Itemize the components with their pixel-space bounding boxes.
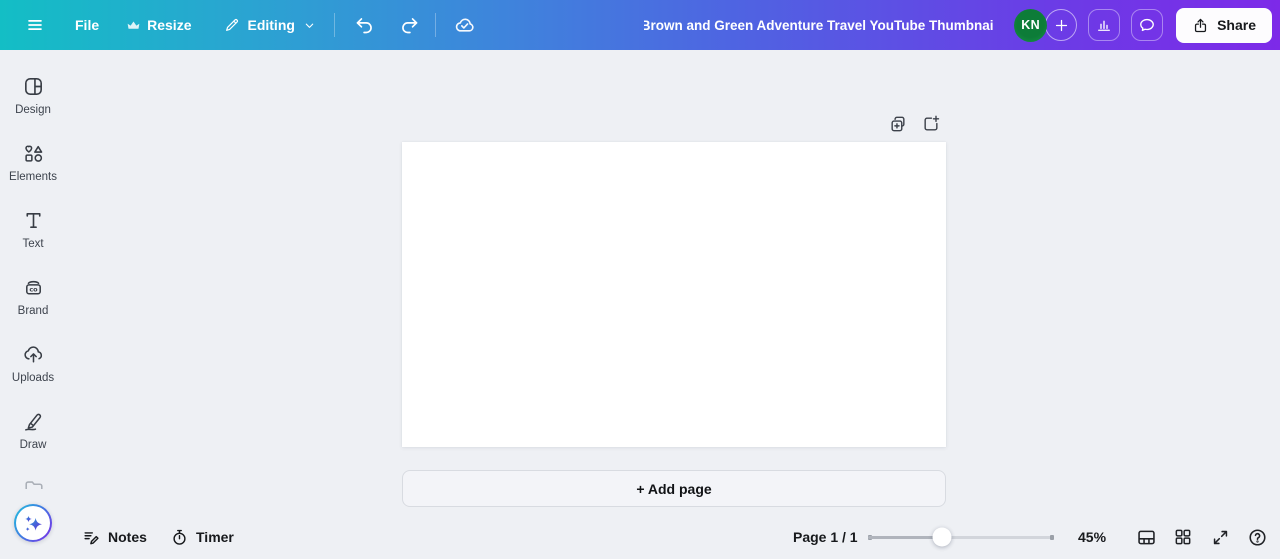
uploads-icon <box>22 343 45 366</box>
file-menu-label: File <box>75 17 100 33</box>
zoom-slider-thumb[interactable] <box>932 527 952 547</box>
cloud-check-icon <box>453 14 476 37</box>
help-button[interactable] <box>1242 522 1272 552</box>
share-label: Share <box>1217 17 1256 33</box>
zoom-slider[interactable] <box>868 515 1054 559</box>
sidebar-item-uploads[interactable]: Uploads <box>0 330 66 397</box>
avatar-initials: KN <box>1021 18 1040 32</box>
design-canvas-page[interactable] <box>402 142 946 447</box>
folder-icon <box>23 477 45 489</box>
redo-button[interactable] <box>399 15 420 36</box>
resize-label: Resize <box>147 17 192 33</box>
statusbar-icons <box>1131 515 1272 559</box>
brand-icon: co <box>22 276 45 299</box>
add-page-label: + Add page <box>636 480 712 497</box>
timer-label: Timer <box>196 529 234 545</box>
pages-dock-icon <box>1136 527 1157 548</box>
topbar-right-group: KN Share <box>1014 0 1272 50</box>
page-indicator: Page 1 / 1 <box>793 529 858 545</box>
add-page-icon-button[interactable] <box>921 114 941 134</box>
editing-mode-button[interactable]: Editing <box>224 17 314 33</box>
topbar-divider <box>333 13 335 37</box>
zoom-slider-track[interactable] <box>868 527 1054 547</box>
zoom-slider-max-cap <box>1050 534 1054 540</box>
insights-button[interactable] <box>1088 9 1121 41</box>
duplicate-page-button[interactable] <box>888 114 908 134</box>
duplicate-page-icon <box>888 114 908 134</box>
fullscreen-icon <box>1211 528 1230 547</box>
sidebar-item-label: Text <box>22 238 44 250</box>
sidebar-item-label: Elements <box>9 171 57 183</box>
share-button[interactable]: Share <box>1176 7 1272 43</box>
zoom-slider-fill <box>868 535 943 539</box>
plus-icon <box>1053 17 1070 34</box>
comment-icon <box>1138 16 1156 34</box>
topbar: File Resize Editing Brown and Green Adve… <box>0 0 1280 50</box>
avatar[interactable]: KN <box>1014 8 1048 42</box>
main-menu-button[interactable] <box>26 16 44 34</box>
notes-icon <box>82 528 101 547</box>
undo-icon <box>354 15 375 36</box>
add-page-button[interactable]: + Add page <box>402 470 946 507</box>
hamburger-icon <box>26 16 44 34</box>
share-upload-icon <box>1192 17 1209 34</box>
sidebar-item-label: Design <box>15 104 51 116</box>
sidebar-item-label: Brand <box>17 305 49 317</box>
design-icon <box>22 75 45 98</box>
file-menu-button[interactable]: File <box>75 17 99 33</box>
crown-icon <box>127 19 140 32</box>
invite-members-button[interactable] <box>1045 9 1078 41</box>
resize-button[interactable]: Resize <box>127 17 191 33</box>
add-page-icon <box>921 114 941 134</box>
grid-view-button[interactable] <box>1168 522 1198 552</box>
grid-view-icon <box>1173 527 1193 547</box>
elements-icon <box>22 142 45 165</box>
svg-text:co: co <box>29 286 38 294</box>
draw-icon <box>22 410 45 433</box>
sidebar-item-design[interactable]: Design <box>0 62 66 129</box>
timer-button[interactable]: Timer <box>170 515 234 559</box>
bar-chart-icon <box>1095 16 1113 34</box>
sidebar-item-projects-partial[interactable] <box>23 477 45 489</box>
sidebar-item-label: Uploads <box>11 372 55 384</box>
sidebar-item-brand[interactable]: co Brand <box>0 263 66 330</box>
notes-button[interactable]: Notes <box>82 515 147 559</box>
chevron-down-icon <box>304 20 315 31</box>
text-icon <box>22 209 45 232</box>
pencil-icon <box>224 17 240 33</box>
redo-icon <box>399 15 420 36</box>
cloud-save-status-button[interactable] <box>453 14 476 37</box>
document-title[interactable]: Brown and Green Adventure Travel YouTube… <box>644 0 994 50</box>
comments-button[interactable] <box>1131 9 1164 41</box>
editing-mode-label: Editing <box>247 17 295 33</box>
help-icon <box>1247 527 1268 548</box>
sidebar-item-label: Draw <box>19 439 47 451</box>
notes-label: Notes <box>108 529 147 545</box>
fullscreen-button[interactable] <box>1205 522 1235 552</box>
zoom-level: 45% <box>1078 529 1107 545</box>
sidebar-item-text[interactable]: Text <box>0 196 66 263</box>
sidebar-item-elements[interactable]: Elements <box>0 129 66 196</box>
page-actions <box>888 114 941 134</box>
topbar-left-group: File Resize Editing <box>0 13 476 37</box>
statusbar: Notes Timer Page 1 / 1 45% <box>0 515 1280 559</box>
sidebar-item-draw[interactable]: Draw <box>0 397 66 464</box>
topbar-divider <box>434 13 436 37</box>
undo-button[interactable] <box>354 15 375 36</box>
pages-dock-button[interactable] <box>1131 522 1161 552</box>
timer-icon <box>170 528 189 547</box>
